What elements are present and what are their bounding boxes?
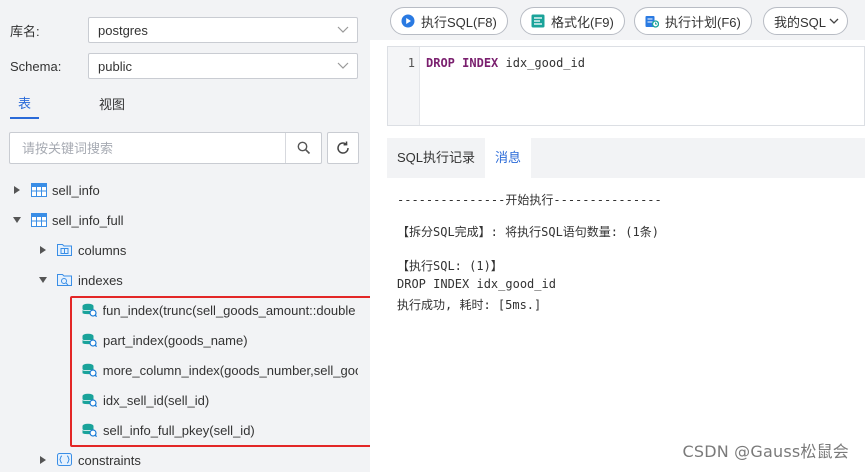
- tree-node-label: constraints: [78, 452, 141, 468]
- object-browser-panel: 库名: postgres Schema: public 表 视图 请按关键词搜索…: [0, 0, 378, 472]
- tree-node-sell-info[interactable]: sell_info: [12, 180, 100, 200]
- tree-node-label: fun_index(trunc(sell_goods_amount::doubl…: [102, 302, 359, 318]
- constraints-icon: [57, 453, 73, 467]
- tab-tables[interactable]: 表: [10, 93, 40, 119]
- caret-right-icon[interactable]: [12, 185, 22, 195]
- index-icon: [82, 333, 98, 347]
- run-sql-label: 执行SQL(F8): [421, 14, 497, 30]
- line-number-gutter: 1: [388, 47, 420, 125]
- folder-icon: [57, 243, 73, 257]
- run-sql-button[interactable]: 执行SQL(F8): [390, 7, 508, 35]
- tree-node-label: indexes: [78, 272, 123, 288]
- caret-right-icon[interactable]: [38, 245, 48, 255]
- refresh-button[interactable]: [327, 132, 359, 164]
- index-icon: [82, 393, 98, 407]
- sql-editor[interactable]: 1 DROP INDEX idx_good_id: [387, 46, 865, 126]
- tree-node-columns[interactable]: columns: [38, 240, 126, 260]
- sql-keyword: DROP: [426, 56, 455, 70]
- search-row: [9, 132, 359, 164]
- tree-node-indexes[interactable]: indexes: [38, 270, 123, 290]
- sql-code-text: idx_good_id: [498, 56, 585, 70]
- database-select[interactable]: postgres: [88, 17, 358, 43]
- index-icon: [82, 363, 98, 377]
- tab-messages[interactable]: 消息: [485, 138, 532, 178]
- tab-views[interactable]: 视图: [91, 94, 133, 118]
- database-label: 库名:: [10, 23, 40, 39]
- output-tabs: SQL执行记录 消息: [387, 138, 865, 178]
- tab-sql-history[interactable]: SQL执行记录: [387, 138, 485, 178]
- tree-node-label: sell_info_full: [52, 212, 124, 228]
- tree-node-index[interactable]: more_column_index(goods_number,sell_goo: [82, 360, 358, 380]
- execution-plan-icon: [645, 14, 659, 28]
- schema-label: Schema:: [10, 58, 62, 74]
- sql-keyword: INDEX: [462, 56, 499, 70]
- chevron-down-icon: [329, 18, 357, 42]
- format-button[interactable]: 格式化(F9): [520, 7, 625, 35]
- tree-node-sell-info-full[interactable]: sell_info_full: [12, 210, 124, 230]
- tree-node-index[interactable]: fun_index(trunc(sell_goods_amount::doubl…: [82, 300, 358, 320]
- tree-node-label: part_index(goods_name): [103, 332, 248, 348]
- sql-code-line: DROP INDEX idx_good_id: [426, 56, 585, 70]
- sql-workspace-panel: 执行SQL(F8) 格式化(F9) 执行计划(F6) 我的SQL 1 DROP …: [370, 0, 865, 472]
- sql-toolbar: 执行SQL(F8) 格式化(F9) 执行计划(F6) 我的SQL: [370, 0, 865, 40]
- watermark-text: CSDN @Gauss松鼠会: [682, 442, 849, 461]
- output-line: DROP INDEX idx_good_id: [397, 277, 556, 291]
- tree-node-label: columns: [78, 242, 127, 258]
- execution-plan-label: 执行计划(F6): [665, 14, 741, 30]
- caret-right-icon[interactable]: [38, 455, 48, 465]
- line-number: 1: [407, 56, 415, 70]
- tree-node-label: sell_info: [52, 182, 100, 198]
- index-icon: [82, 423, 98, 437]
- format-icon: [531, 14, 545, 28]
- execution-plan-button[interactable]: 执行计划(F6): [634, 7, 752, 35]
- tree-node-label: more_column_index(goods_number,sell_goo: [102, 362, 358, 378]
- object-type-tabs: 表 视图: [10, 93, 185, 119]
- tree-node-constraints[interactable]: constraints: [38, 450, 141, 470]
- output-line: 【执行SQL: (1)】: [397, 259, 503, 273]
- tree-node-index[interactable]: part_index(goods_name): [82, 330, 358, 350]
- tree-node-label: idx_sell_id(sell_id): [103, 392, 210, 408]
- schema-row: Schema: public: [10, 53, 358, 79]
- search-input[interactable]: [10, 133, 285, 163]
- output-line: ---------------开始执行---------------: [397, 193, 662, 207]
- play-icon: [401, 14, 415, 28]
- table-icon: [31, 183, 47, 197]
- my-sql-dropdown[interactable]: 我的SQL: [763, 7, 849, 35]
- tree-node-index[interactable]: sell_info_full_pkey(sell_id): [82, 420, 358, 440]
- chevron-down-icon: [329, 54, 357, 78]
- folder-icon: [57, 273, 73, 287]
- output-line: 【拆分SQL完成】: 将执行SQL语句数量: (1条): [397, 225, 659, 239]
- tree-node-index[interactable]: idx_sell_id(sell_id): [82, 390, 358, 410]
- output-line: 执行成功, 耗时: [5ms.]: [397, 298, 542, 312]
- tree-node-label: sell_info_full_pkey(sell_id): [103, 422, 255, 438]
- chevron-down-icon: [829, 18, 839, 25]
- database-row: 库名: postgres: [10, 17, 358, 43]
- caret-down-icon[interactable]: [38, 275, 48, 285]
- search-button[interactable]: [285, 133, 321, 163]
- schema-select-value: public: [98, 58, 132, 74]
- table-icon: [31, 213, 47, 227]
- format-label: 格式化(F9): [551, 14, 614, 30]
- search-box: [9, 132, 322, 164]
- refresh-icon: [337, 141, 349, 154]
- search-icon: [297, 141, 310, 155]
- schema-select[interactable]: public: [88, 53, 358, 79]
- my-sql-label: 我的SQL: [774, 14, 827, 30]
- caret-down-icon[interactable]: [12, 215, 22, 225]
- database-select-value: postgres: [98, 22, 148, 38]
- index-icon: [82, 303, 98, 317]
